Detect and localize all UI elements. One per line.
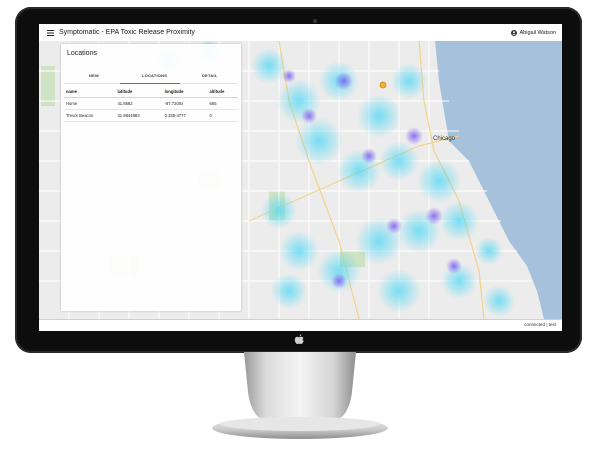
camera-icon	[313, 19, 317, 23]
apple-logo-icon	[292, 333, 306, 347]
cell-name: Trevor Beacon	[64, 109, 116, 122]
cell-altitude: 0	[207, 109, 238, 122]
app-title: Symptomatic - EPA Toxic Release Proximit…	[59, 29, 195, 36]
monitor-stand-neck	[240, 352, 360, 420]
account-circle-icon	[510, 29, 517, 36]
column-header[interactable]: longitude	[162, 86, 208, 98]
group-header-detail[interactable]: DETAIL	[202, 73, 217, 78]
column-header[interactable]: latitude	[115, 86, 163, 98]
cell-longitude: -87.7200x	[162, 97, 208, 110]
panel-title: Locations	[67, 50, 97, 57]
table-row[interactable]: Home 41.9562 -87.7200x 665	[64, 97, 238, 110]
cell-latitude: 31.9844883	[115, 109, 163, 122]
app-screen: Symptomatic - EPA Toxic Release Proximit…	[39, 24, 562, 331]
location-marker	[379, 81, 387, 89]
table-group-headers: NEW LOCATIONS DETAIL	[64, 73, 238, 81]
table-row[interactable]: Trevor Beacon 31.9844883 0.335-4777 0	[64, 109, 238, 122]
cell-longitude: 0.335-4777	[162, 109, 208, 122]
status-footer: connected | test	[39, 319, 562, 331]
locations-panel: Locations NEW LOCATIONS DETAIL name lati…	[61, 44, 241, 311]
cell-altitude: 665	[207, 97, 238, 110]
group-header-locations[interactable]: LOCATIONS	[142, 73, 167, 78]
locations-table: name latitude longitude altitude Home 41…	[64, 86, 238, 122]
group-header-new[interactable]: NEW	[89, 73, 99, 78]
monitor-stand-base	[210, 414, 390, 440]
active-tab-indicator	[120, 83, 180, 84]
user-menu[interactable]: Abigail Watson	[510, 24, 556, 41]
column-header[interactable]: name	[64, 86, 116, 98]
hamburger-menu-icon[interactable]	[43, 24, 57, 41]
user-name: Abigail Watson	[519, 29, 556, 36]
column-header[interactable]: altitude	[207, 86, 238, 98]
park-area	[41, 66, 55, 106]
app-bar: Symptomatic - EPA Toxic Release Proximit…	[39, 24, 562, 42]
connection-status: connected | test	[524, 322, 556, 327]
cell-name: Home	[64, 97, 116, 110]
city-label: Chicago	[433, 136, 456, 142]
cell-latitude: 41.9562	[115, 97, 163, 110]
